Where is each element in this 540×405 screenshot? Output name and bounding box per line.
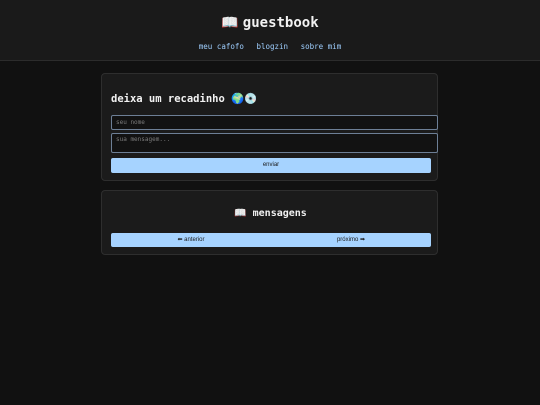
form-title: deixa um recadinho 🌍💿 bbox=[111, 93, 258, 105]
previous-page-button[interactable]: ⬅ anterior bbox=[111, 233, 271, 247]
nav-link-blogzin[interactable]: blogzin bbox=[256, 42, 288, 51]
name-input[interactable] bbox=[111, 115, 438, 130]
send-button[interactable]: enviar bbox=[111, 158, 431, 173]
messages-title: 📖 mensagens bbox=[234, 208, 307, 219]
next-page-button[interactable]: próximo ➡ bbox=[271, 233, 431, 247]
site-title: 📖 guestbook bbox=[0, 15, 540, 31]
site-header: 📖 guestbook meu cafofo blogzin sobre mim bbox=[0, 0, 540, 61]
book-icon: 📖 bbox=[221, 15, 239, 31]
message-input[interactable] bbox=[111, 133, 438, 153]
guestbook-form-card: deixa um recadinho 🌍💿 enviar bbox=[101, 73, 438, 181]
nav-link-meu-cafofo[interactable]: meu cafofo bbox=[199, 42, 244, 51]
site-title-text: guestbook bbox=[242, 15, 319, 31]
main-nav: meu cafofo blogzin sobre mim bbox=[0, 42, 540, 51]
pagination: ⬅ anterior próximo ➡ bbox=[111, 233, 431, 247]
nav-link-sobre-mim[interactable]: sobre mim bbox=[301, 42, 342, 51]
messages-card: 📖 mensagens ⬅ anterior próximo ➡ bbox=[101, 190, 438, 255]
